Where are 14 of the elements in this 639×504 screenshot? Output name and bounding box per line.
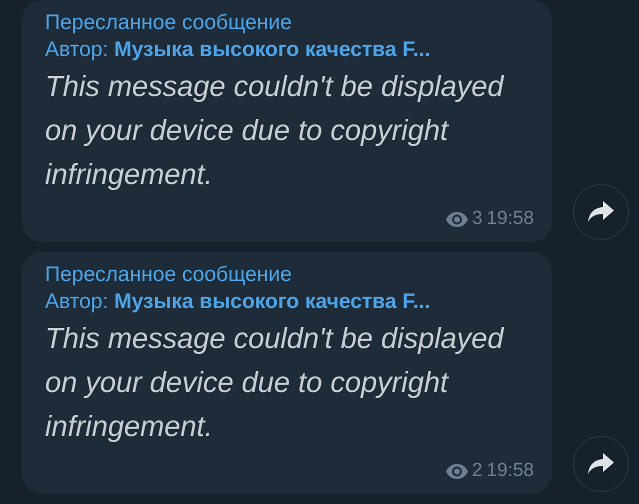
author-line: Автор: Музыка высокого качества F... bbox=[45, 289, 432, 315]
eye-icon bbox=[446, 464, 468, 478]
view-count: 3 bbox=[472, 208, 482, 230]
view-count: 2 bbox=[472, 460, 482, 482]
eye-icon bbox=[446, 212, 468, 226]
message-time: 19:58 bbox=[486, 460, 534, 482]
message-time: 19:58 bbox=[486, 208, 534, 230]
share-arrow-icon bbox=[588, 201, 614, 223]
message-text: This message couldn't be displayed on your device due to copyright infringement. bbox=[45, 70, 506, 193]
author-line: Автор: Музыка высокого качества F... bbox=[45, 37, 432, 63]
forwarded-label: Пересланное сообщение bbox=[45, 262, 293, 288]
forwarded-label: Пересланное сообщение bbox=[45, 10, 293, 36]
share-arrow-icon bbox=[588, 453, 614, 475]
message-text: This message couldn't be displayed on your device due to copyright infringement. bbox=[45, 322, 506, 445]
